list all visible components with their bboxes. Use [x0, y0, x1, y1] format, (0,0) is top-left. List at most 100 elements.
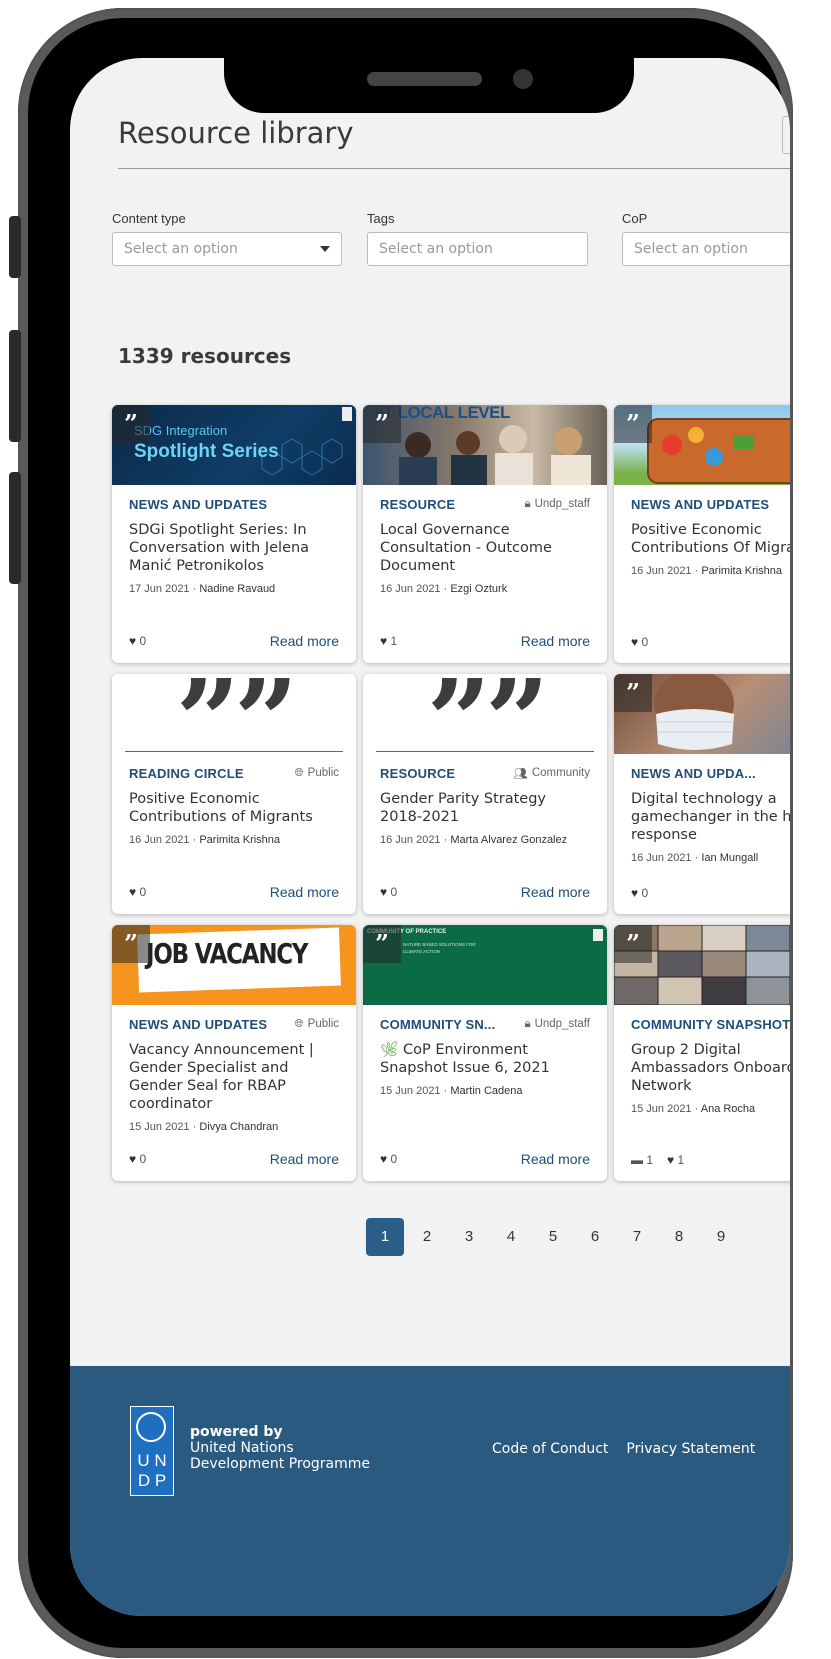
page-button[interactable]: 2: [408, 1218, 446, 1256]
resource-card[interactable]: COMMUNITY OF PRACTICE NATURE BASED SOLUT…: [363, 925, 607, 1181]
content-type-label: RESOURCE: [380, 765, 456, 781]
author-name[interactable]: Parimita Krishna: [701, 565, 782, 577]
resource-card[interactable]: JOB VACANCY ” NEWS AND UPDATES 🌐︎ Public V…: [112, 925, 356, 1181]
page-button[interactable]: 6: [576, 1218, 614, 1256]
front-camera: [513, 69, 533, 89]
filter-cop: CoP Select an option: [622, 211, 790, 266]
read-more-link[interactable]: Read more: [521, 1151, 590, 1167]
card-thumbnail: ””: [112, 674, 356, 754]
card-title[interactable]: Local Governance Consultation - Outcome …: [380, 521, 590, 575]
page-button[interactable]: 1: [366, 1218, 404, 1256]
like-count[interactable]: ♥ 0: [380, 885, 397, 899]
page-button[interactable]: 7: [618, 1218, 656, 1256]
card-date: 15 Jun 2021 · Ana Rocha: [631, 1103, 756, 1115]
resource-card[interactable]: ” COMMUNITY SNAPSHOT Group 2 Digital Amb…: [614, 925, 790, 1181]
thumb-divider: [376, 751, 594, 752]
resource-card[interactable]: AT LOCAL LEVEL ” RESOURCE 🔒︎ Undp_staff Lo…: [363, 405, 607, 663]
card-date: 16 Jun 2021 · Ian Mungall: [631, 852, 759, 864]
volume-down-button: [9, 472, 21, 584]
resource-card[interactable]: ”” READING CIRCLE 🌐︎ Public Positive Econo…: [112, 674, 356, 914]
visibility-badge: 🌐︎ Public: [294, 766, 339, 780]
page-button[interactable]: 8: [660, 1218, 698, 1256]
like-count[interactable]: ♥ 1: [380, 634, 397, 648]
heart-icon: ♥: [667, 1153, 675, 1167]
read-more-link[interactable]: Read more: [270, 633, 339, 649]
author-name[interactable]: Martin Cadena: [450, 1085, 522, 1097]
thumb-divider: [125, 751, 343, 752]
visibility-badge: 🌐︎ Public: [294, 1017, 339, 1031]
page-button[interactable]: 5: [534, 1218, 572, 1256]
card-title[interactable]: Digital technology a gamechanger in the …: [631, 790, 790, 844]
like-count[interactable]: ♥ 0: [129, 885, 146, 899]
resource-card[interactable]: ” NEWS AND UPDATES Positive Economic Con…: [614, 405, 790, 663]
card-body: NEWS AND UPDA... Digital technology a ga…: [614, 754, 790, 865]
pagination: 1 2 3 4 5 6 7 8 9: [366, 1218, 740, 1256]
tags-input[interactable]: Select an option: [367, 232, 588, 266]
author-name[interactable]: Nadine Ravaud: [199, 583, 275, 595]
undp-logo[interactable]: U N D P: [130, 1406, 174, 1496]
thumb-subcaption: NATURE BASED SOLUTIONS FOR CLIMATE ACTIO…: [403, 942, 476, 954]
author-name[interactable]: Parimita Krishna: [199, 834, 280, 846]
page-title: Resource library: [118, 116, 354, 150]
comment-count[interactable]: ▬ 1: [631, 1153, 653, 1167]
filter-content-type: Content type Select an option: [112, 211, 342, 266]
card-title[interactable]: SDGi Spotlight Series: In Conversation w…: [129, 521, 339, 575]
author-name[interactable]: Divya Chandran: [199, 1121, 278, 1133]
card-date: 15 Jun 2021 · Divya Chandran: [129, 1121, 279, 1133]
card-title[interactable]: Group 2 Digital Ambassadors Onboarding N…: [631, 1041, 790, 1095]
card-title[interactable]: 🌿︎ CoP Environment Snapshot Issue 6, 202…: [380, 1041, 590, 1077]
content-type-label: RESOURCE: [380, 496, 456, 512]
like-count[interactable]: ♥ 0: [129, 634, 146, 648]
card-thumbnail: COMMUNITY OF PRACTICE NATURE BASED SOLUT…: [363, 925, 607, 1005]
author-name[interactable]: Ana Rocha: [701, 1103, 755, 1115]
heart-icon: ♥: [631, 635, 639, 649]
card-title[interactable]: Positive Economic Contributions Of Migra…: [631, 521, 790, 557]
like-count[interactable]: ♥ 0: [631, 635, 648, 649]
cop-select[interactable]: Select an option: [622, 232, 790, 266]
mute-switch: [9, 216, 21, 278]
author-name[interactable]: Ezgi Ozturk: [450, 583, 507, 595]
card-body: READING CIRCLE 🌐︎ Public Positive Economic…: [112, 754, 356, 847]
un-emblem-icon: [136, 1412, 166, 1442]
quote-icon: ”: [614, 405, 652, 443]
top-action-button[interactable]: [782, 116, 790, 154]
heart-icon: ♥: [129, 885, 137, 899]
read-more-link[interactable]: Read more: [521, 633, 590, 649]
code-of-conduct-link[interactable]: Code of Conduct: [492, 1441, 608, 1457]
content-type-select[interactable]: Select an option: [112, 232, 342, 266]
like-count[interactable]: ♥ 0: [380, 1152, 397, 1166]
card-title[interactable]: Positive Economic Contributions of Migra…: [129, 790, 339, 826]
like-count[interactable]: ♥ 1: [667, 1153, 684, 1167]
author-name[interactable]: Marta Alvarez Gonzalez: [450, 834, 567, 846]
read-more-link[interactable]: Read more: [270, 884, 339, 900]
like-count[interactable]: ♥ 0: [129, 1152, 146, 1166]
author-name[interactable]: Ian Mungall: [701, 852, 758, 864]
privacy-statement-link[interactable]: Privacy Statement: [626, 1441, 755, 1457]
content-type-label: NEWS AND UPDATES: [129, 496, 268, 512]
like-count[interactable]: ♥ 0: [631, 886, 648, 900]
quote-icon: ”: [614, 674, 652, 712]
speaker-grille: [367, 72, 482, 86]
card-title[interactable]: Vacancy Announcement | Gender Specialist…: [129, 1041, 339, 1113]
card-title[interactable]: Gender Parity Strategy 2018-2021: [380, 790, 590, 826]
resource-card[interactable]: ” NEWS AND UPDA... Digital technology a …: [614, 674, 790, 914]
resource-card[interactable]: SDG Integration Spotlight Series ” NEWS …: [112, 405, 356, 663]
read-more-link[interactable]: Read more: [521, 884, 590, 900]
select-placeholder: Select an option: [379, 241, 493, 257]
read-more-link[interactable]: Read more: [270, 1151, 339, 1167]
quote-icon: ”: [112, 405, 150, 443]
card-body: NEWS AND UPDATES Positive Economic Contr…: [614, 485, 790, 578]
page-button[interactable]: 4: [492, 1218, 530, 1256]
leaf-icon: 🌿︎: [380, 1042, 399, 1058]
card-thumbnail: AT LOCAL LEVEL ”: [363, 405, 607, 485]
page-button[interactable]: 3: [450, 1218, 488, 1256]
resource-card[interactable]: ”” RESOURCE 👥︎ Community Gender Parity Str…: [363, 674, 607, 914]
content-type-label: NEWS AND UPDA...: [631, 765, 756, 781]
lock-icon: 🔒︎: [524, 1017, 531, 1030]
phone-screen: Resource library Content type Select an …: [70, 58, 790, 1616]
logo-letters: U N D P: [137, 1451, 167, 1490]
quote-icon: ”: [363, 925, 401, 963]
resource-count: 1339 resources: [118, 344, 292, 368]
quote-icon: ”: [112, 925, 150, 963]
page-button[interactable]: 9: [702, 1218, 740, 1256]
